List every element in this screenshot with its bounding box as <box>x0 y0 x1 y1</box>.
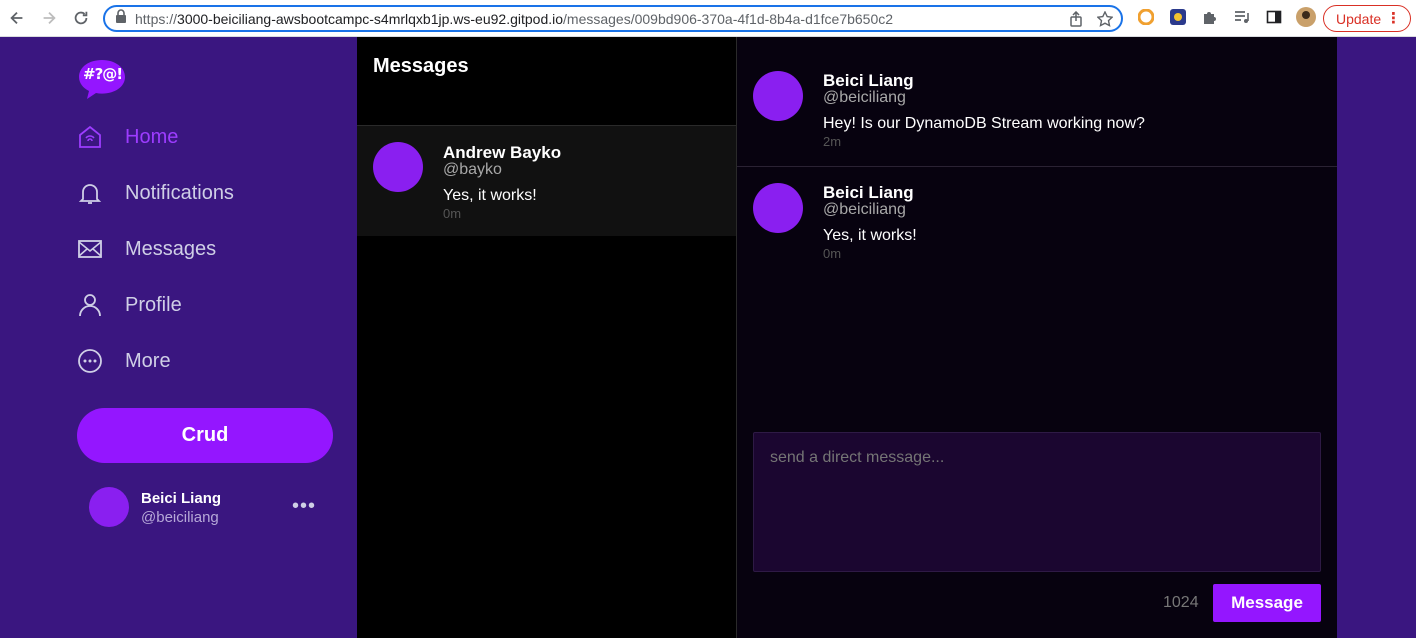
conversation-panel: Beici Liang @beiciliang Hey! Is our Dyna… <box>737 37 1337 638</box>
sender-handle: @beiciliang <box>823 201 906 218</box>
profile-card[interactable]: Beici Liang @beiciliang ••• <box>89 487 329 527</box>
right-gutter <box>1337 37 1416 638</box>
avatar <box>373 142 423 192</box>
bell-icon <box>76 179 104 207</box>
message-time: 0m <box>443 206 462 221</box>
nav-label: Notifications <box>125 181 234 204</box>
message-item: Beici Liang @beiciliang Yes, it works! 0… <box>737 167 1337 279</box>
account-avatar-icon[interactable] <box>1295 6 1317 28</box>
forward-icon[interactable] <box>36 5 62 31</box>
nav-item-messages[interactable]: Messages <box>76 232 216 266</box>
avatar <box>753 71 803 121</box>
message-item: Beici Liang @beiciliang Hey! Is our Dyna… <box>737 55 1337 167</box>
url-path: /messages/009bd906-370a-4f1d-8b4a-d1fce7… <box>563 10 894 27</box>
nav-item-home[interactable]: Home <box>76 120 178 154</box>
nav-label: More <box>125 349 171 372</box>
nav-item-more[interactable]: More <box>76 344 171 378</box>
update-button[interactable]: Update ⋮ <box>1323 5 1411 32</box>
message-text: Hey! Is our DynamoDB Stream working now? <box>823 115 1145 132</box>
nav-label: Profile <box>125 293 182 316</box>
update-label: Update <box>1336 10 1382 27</box>
sender-name: Beici Liang <box>823 183 914 202</box>
grammarly-icon[interactable] <box>1135 6 1157 28</box>
logo-text: #?@! <box>83 65 123 83</box>
sidepanel-icon[interactable] <box>1263 6 1285 28</box>
message-text: Yes, it works! <box>823 227 917 244</box>
message-time: 2m <box>823 134 842 149</box>
nav-label: Home <box>125 125 179 148</box>
message-time: 0m <box>823 246 842 261</box>
url-host: 3000-beiciliang-awsbootcampc-s4mrlqxb1jp… <box>177 10 564 27</box>
message-group-item[interactable]: Andrew Bayko @bayko Yes, it works! 0m <box>357 125 736 236</box>
share-icon[interactable] <box>1069 10 1083 32</box>
address-bar[interactable]: https://3000-beiciliang-awsbootcampc-s4m… <box>103 5 1123 32</box>
browser-toolbar: https://3000-beiciliang-awsbootcampc-s4m… <box>0 0 1416 37</box>
more-circle-icon <box>76 347 104 375</box>
sender-handle: @beiciliang <box>823 89 906 106</box>
nav-label: Messages <box>125 237 217 260</box>
media-icon[interactable] <box>1231 6 1253 28</box>
logo[interactable]: #?@! <box>78 58 126 99</box>
url-prefix: https:// <box>135 10 178 27</box>
message-preview: Yes, it works! <box>443 187 537 204</box>
char-counter: 1024 <box>1163 594 1199 611</box>
send-message-button[interactable]: Message <box>1213 584 1321 622</box>
url-text: https://3000-beiciliang-awsbootcampc-s4m… <box>135 11 893 27</box>
profile-handle: @beiciliang <box>141 509 219 526</box>
profile-name: Beici Liang <box>141 490 222 507</box>
back-icon[interactable] <box>4 5 30 31</box>
sender-handle: @bayko <box>443 161 502 178</box>
user-icon <box>76 291 104 319</box>
kebab-icon: ⋮ <box>1386 10 1401 27</box>
puzzle-icon[interactable] <box>1199 6 1221 28</box>
avatar <box>753 183 803 233</box>
crud-button[interactable]: Crud <box>77 408 333 463</box>
sidebar: #?@! Home Notifications Messages Profile… <box>0 37 357 638</box>
avatar <box>89 487 129 527</box>
reload-icon[interactable] <box>68 5 94 31</box>
star-icon[interactable] <box>1096 10 1114 32</box>
sender-name: Beici Liang <box>823 71 914 90</box>
lock-icon <box>115 9 127 28</box>
message-groups-panel: Messages Andrew Bayko @bayko Yes, it wor… <box>357 37 737 638</box>
profile-more-icon[interactable]: ••• <box>292 495 316 518</box>
nav-item-profile[interactable]: Profile <box>76 288 182 322</box>
nav-item-notifications[interactable]: Notifications <box>76 176 234 210</box>
home-icon <box>76 123 104 151</box>
sender-name: Andrew Bayko <box>443 143 562 162</box>
extension-icon[interactable] <box>1167 6 1189 28</box>
message-input[interactable] <box>753 432 1321 572</box>
envelope-icon <box>76 235 104 263</box>
page-title: Messages <box>373 55 469 77</box>
